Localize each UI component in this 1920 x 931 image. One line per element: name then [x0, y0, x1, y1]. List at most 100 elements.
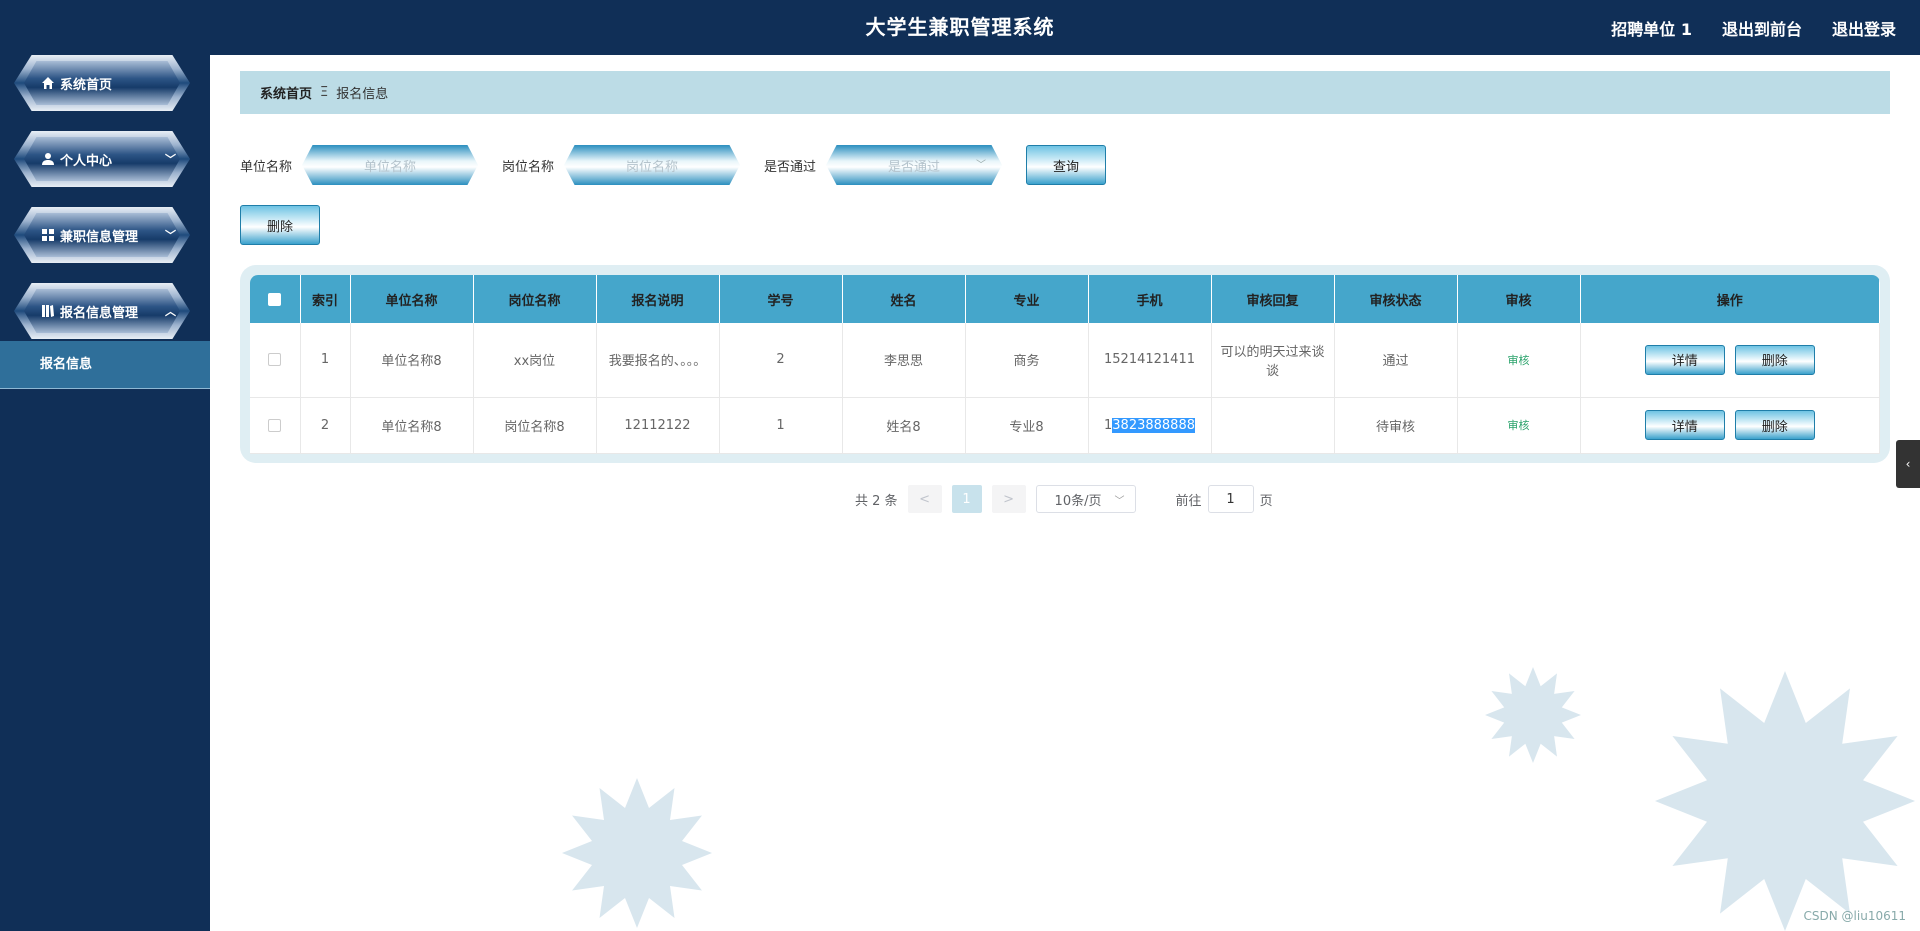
select-all-header	[250, 275, 301, 323]
cell-audit: 审核	[1457, 323, 1581, 398]
page-number[interactable]: 1	[951, 485, 982, 513]
goto-page-input[interactable]: 1	[1207, 485, 1254, 513]
grid-icon	[40, 227, 56, 243]
breadcrumb-separator: Ξ	[320, 85, 329, 100]
phone-selected-text: 3823888888	[1112, 417, 1195, 433]
page-unit-label: 页	[1259, 493, 1273, 509]
breadcrumb-current: 报名信息	[336, 87, 389, 102]
cell-audit: 审核	[1457, 397, 1581, 454]
submenu-item-signup-info[interactable]: 报名信息	[0, 341, 210, 389]
detail-button[interactable]: 详情	[1644, 344, 1725, 375]
cell-index: 1	[300, 323, 351, 398]
sidebar-item-job-management[interactable]: 兼职信息管理 ﹀	[14, 207, 190, 263]
logout-link[interactable]: 退出登录	[1832, 16, 1896, 40]
current-user[interactable]: 招聘单位 1	[1611, 16, 1692, 40]
cell-major: 专业8	[965, 397, 1089, 454]
column-header: 姓名	[842, 275, 966, 323]
cell-phone: 13823888888	[1088, 397, 1212, 454]
prev-page-button[interactable]: <	[907, 485, 942, 513]
sidebar: 系统首页 个人中心 ﹀ 兼职信息管理 ﹀ 报名信息管理 ︿ 报名信息	[0, 55, 210, 931]
breadcrumb: 系统首页 Ξ 报名信息	[240, 71, 1890, 114]
audit-link[interactable]: 审核	[1508, 354, 1530, 367]
header-actions: 招聘单位 1 退出到前台 退出登录	[1611, 0, 1896, 55]
column-header: 学号	[719, 275, 843, 323]
goto-label: 前往	[1175, 493, 1202, 509]
unit-name-input[interactable]: 单位名称	[302, 145, 479, 185]
book-icon	[40, 303, 56, 319]
page-size-select[interactable]: 10条/页 ﹀	[1035, 485, 1136, 513]
cell-actions: 详情 删除	[1580, 397, 1880, 454]
chevron-down-icon: ﹀	[1114, 495, 1125, 507]
pass-status-select[interactable]: 是否通过 ﹀	[826, 145, 1003, 185]
table-header-row: 索引 单位名称 岗位名称 报名说明 学号 姓名 专业 手机 审核回复 审核状态 …	[250, 275, 1880, 323]
row-checkbox[interactable]	[268, 418, 282, 432]
signup-table: 索引 单位名称 岗位名称 报名说明 学号 姓名 专业 手机 审核回复 审核状态 …	[250, 275, 1880, 454]
cell-name: 李思思	[842, 323, 966, 398]
watermark: CSDN @liu10611	[1803, 909, 1906, 923]
cell-job: xx岗位	[473, 323, 597, 398]
query-button[interactable]: 查询	[1026, 145, 1107, 185]
row-select-cell	[250, 323, 301, 398]
delete-button[interactable]: 删除	[1734, 344, 1815, 375]
cell-status: 通过	[1334, 323, 1458, 398]
sidebar-item-label: 个人中心	[60, 153, 113, 169]
pagination: 共 2 条 < 1 > 10条/页 ﹀ 前往 1 页	[855, 485, 1273, 513]
table-row: 1 单位名称8 xx岗位 我要报名的、。。。 2 李思思 商务 15214121…	[250, 323, 1880, 398]
sidebar-item-home[interactable]: 系统首页	[14, 55, 190, 111]
column-header: 岗位名称	[473, 275, 597, 323]
cell-index: 2	[300, 397, 351, 454]
cell-major: 商务	[965, 323, 1089, 398]
unit-name-placeholder: 单位名称	[364, 159, 417, 175]
page-size-value: 10条/页	[1054, 493, 1102, 509]
next-page-button[interactable]: >	[991, 485, 1026, 513]
chevron-down-icon: ﹀	[165, 229, 176, 242]
cell-student-no: 1	[719, 397, 843, 454]
home-icon	[40, 75, 56, 91]
job-name-placeholder: 岗位名称	[626, 159, 679, 175]
cell-name: 姓名8	[842, 397, 966, 454]
column-header: 审核回复	[1211, 275, 1335, 323]
sidebar-item-signup-management[interactable]: 报名信息管理 ︿	[14, 283, 190, 339]
cell-phone: 15214121411	[1088, 323, 1212, 398]
top-header: 大学生兼职管理系统 招聘单位 1 退出到前台 退出登录	[0, 0, 1920, 55]
cell-actions: 详情 删除	[1580, 323, 1880, 398]
breadcrumb-home[interactable]: 系统首页	[260, 83, 312, 102]
job-name-label: 岗位名称	[502, 159, 555, 175]
column-header: 报名说明	[596, 275, 720, 323]
pass-status-label: 是否通过	[764, 159, 817, 175]
user-icon	[40, 151, 56, 167]
cell-desc: 12112122	[596, 397, 720, 454]
batch-delete-button[interactable]: 删除	[240, 205, 320, 245]
cell-job: 岗位名称8	[473, 397, 597, 454]
audit-link[interactable]: 审核	[1508, 419, 1530, 432]
sidebar-item-label: 兼职信息管理	[60, 229, 139, 245]
column-header: 单位名称	[350, 275, 474, 323]
cell-student-no: 2	[719, 323, 843, 398]
row-checkbox[interactable]	[268, 353, 282, 367]
cell-reply: 可以的明天过来谈谈	[1211, 323, 1335, 398]
cell-reply	[1211, 397, 1335, 454]
side-collapse-tab[interactable]: ‹	[1896, 440, 1920, 488]
delete-button[interactable]: 删除	[1734, 410, 1815, 440]
cell-status: 待审核	[1334, 397, 1458, 454]
chevron-down-icon: ﹀	[976, 160, 987, 171]
column-header: 审核	[1457, 275, 1581, 323]
search-bar: 单位名称 单位名称 岗位名称 岗位名称 是否通过 是否通过 ﹀ 查询	[240, 145, 1107, 185]
chevron-up-icon: ︿	[165, 305, 176, 318]
detail-button[interactable]: 详情	[1644, 410, 1725, 440]
back-to-front-link[interactable]: 退出到前台	[1722, 16, 1802, 40]
cell-unit: 单位名称8	[350, 323, 474, 398]
sidebar-item-label: 系统首页	[60, 77, 113, 93]
table-row: 2 单位名称8 岗位名称8 12112122 1 姓名8 专业8 1382388…	[250, 397, 1880, 454]
column-header: 操作	[1580, 275, 1880, 323]
chevron-down-icon: ﹀	[165, 153, 176, 166]
signup-table-container: 索引 单位名称 岗位名称 报名说明 学号 姓名 专业 手机 审核回复 审核状态 …	[240, 265, 1890, 463]
column-header: 手机	[1088, 275, 1212, 323]
select-all-checkbox[interactable]	[268, 292, 282, 306]
sidebar-item-personal[interactable]: 个人中心 ﹀	[14, 131, 190, 187]
unit-name-label: 单位名称	[240, 159, 293, 175]
column-header: 审核状态	[1334, 275, 1458, 323]
sidebar-item-label: 报名信息管理	[60, 305, 139, 321]
job-name-input[interactable]: 岗位名称	[564, 145, 741, 185]
pagination-total: 共 2 条	[855, 493, 898, 509]
